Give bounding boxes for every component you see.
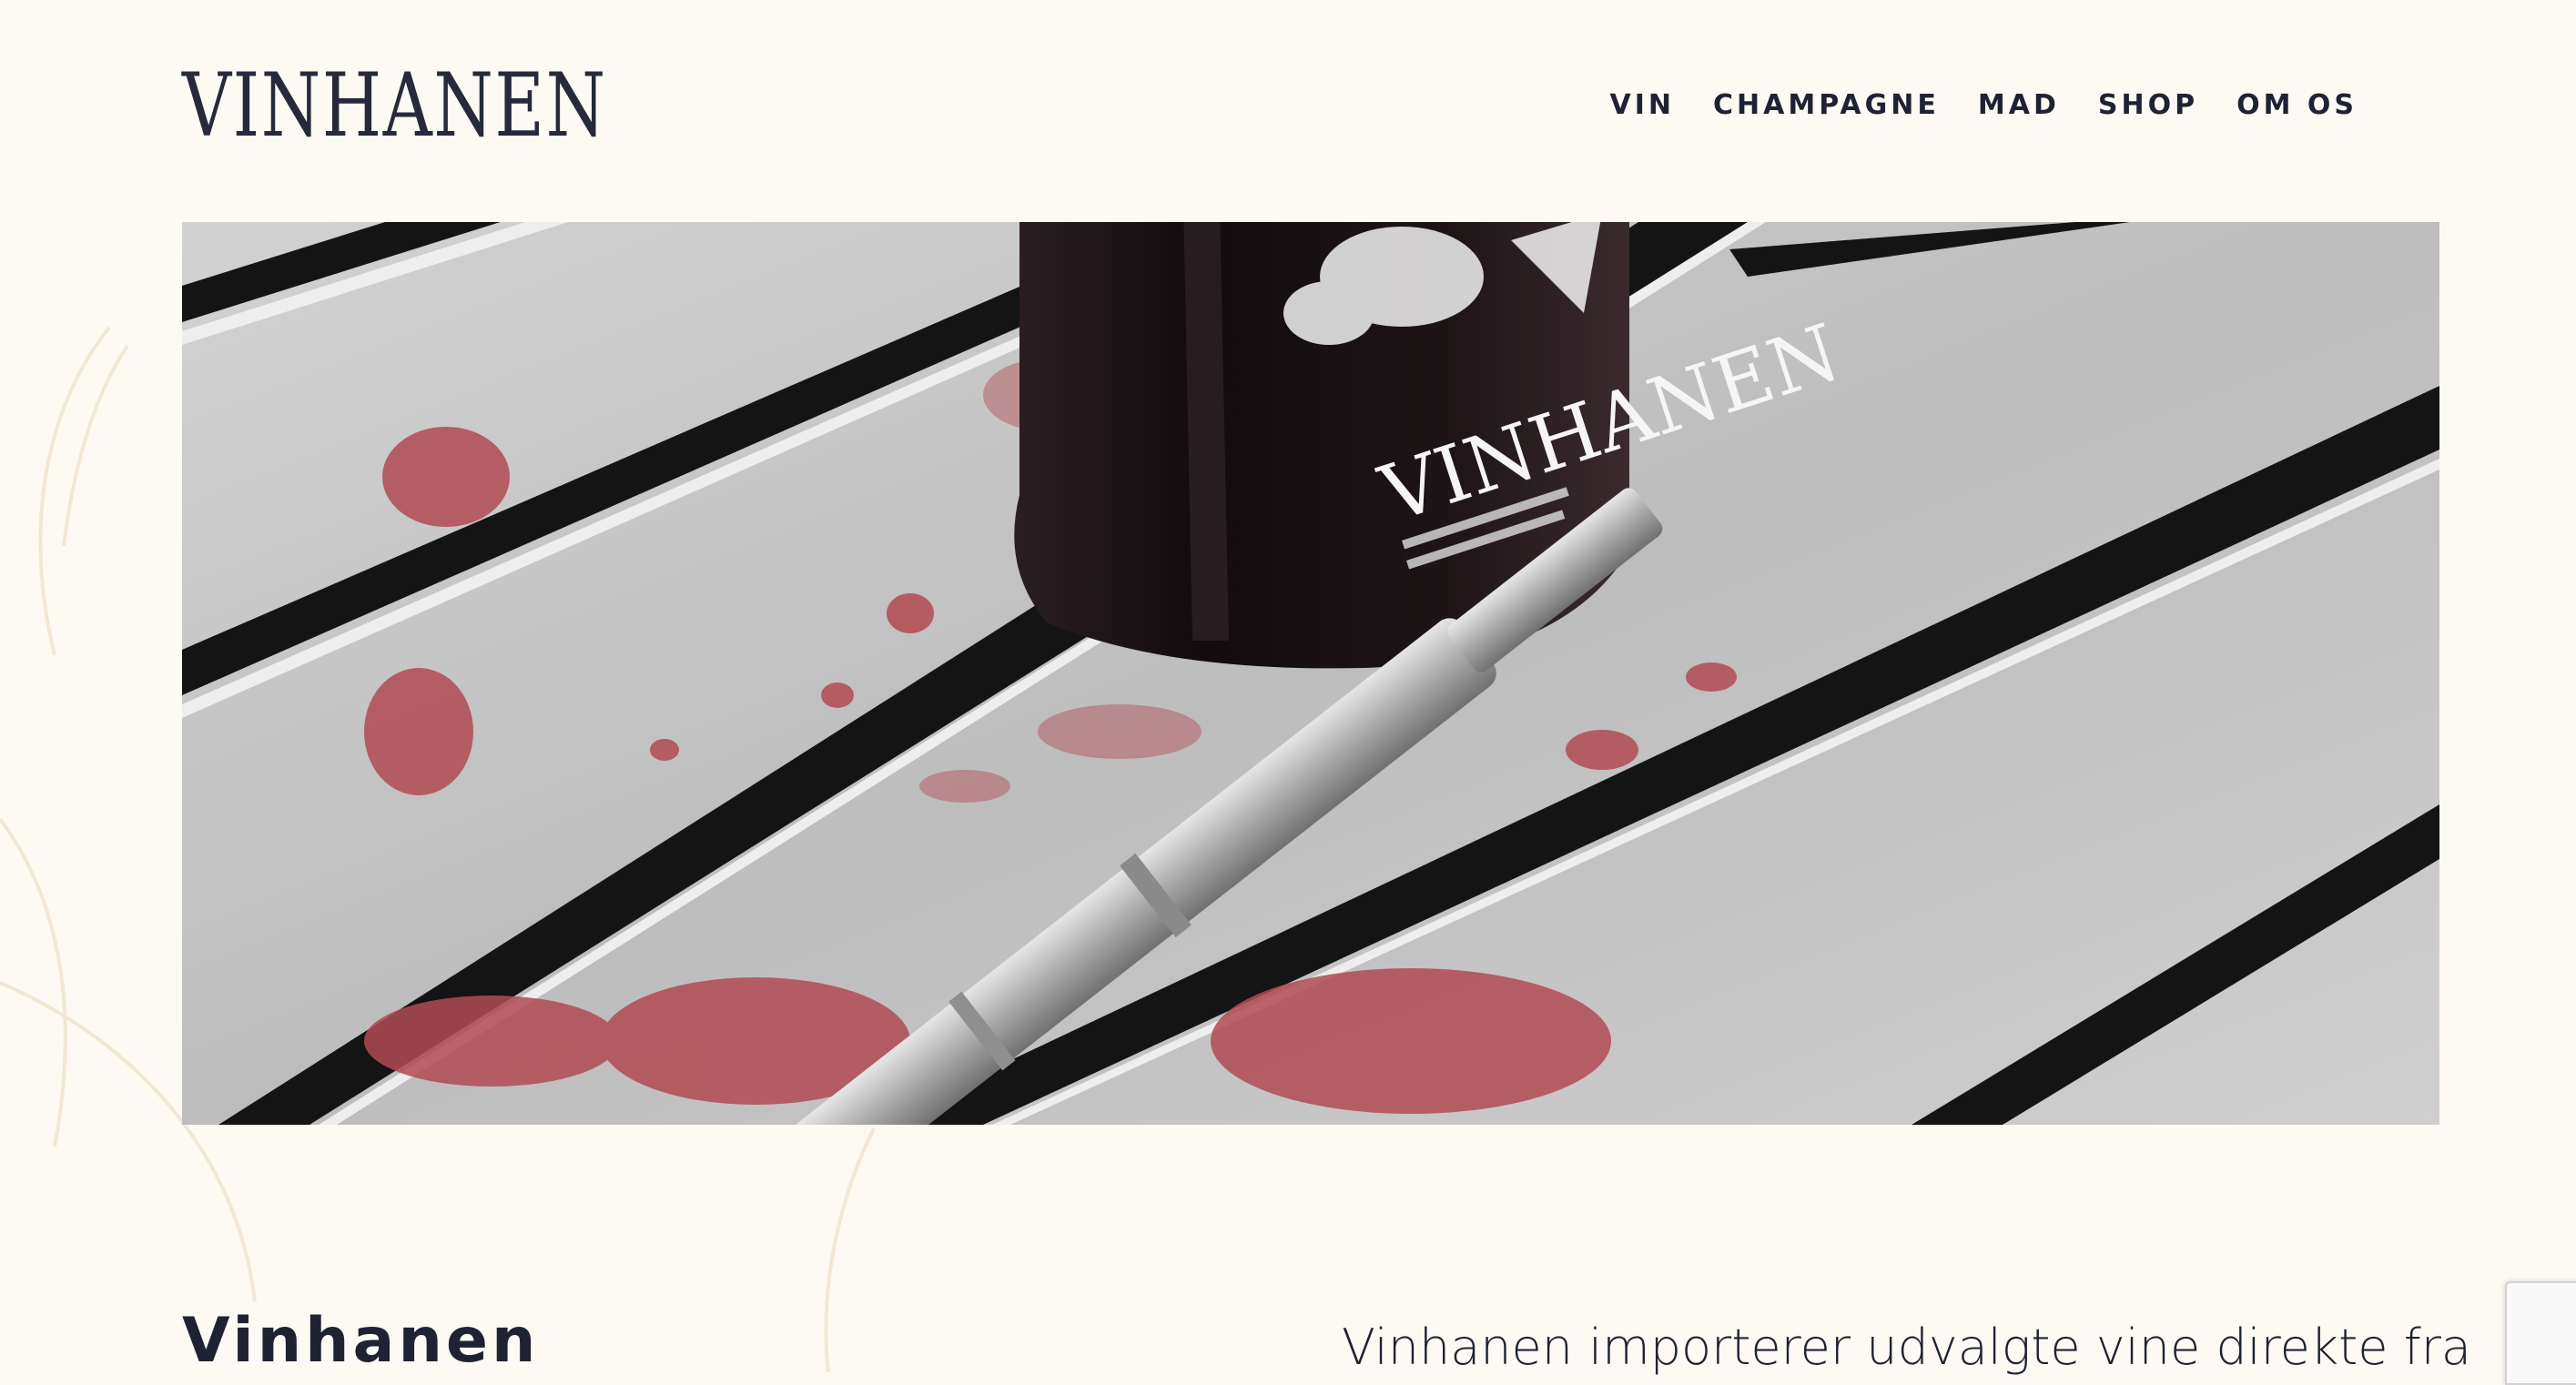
site-header: VINHANEN VIN CHAMPAGNE MAD SHOP OM OS: [182, 55, 2394, 155]
intro-text: Vinhanen importerer udvalgte vine direkt…: [1342, 1319, 2471, 1376]
nav-item-vin[interactable]: VIN: [1610, 89, 1676, 121]
nav-item-mad[interactable]: MAD: [1978, 89, 2060, 121]
nav-item-om-os[interactable]: OM OS: [2236, 89, 2358, 121]
nav-item-shop[interactable]: SHOP: [2098, 89, 2198, 121]
hero-photo-wine-bottle-on-grate: VINHANEN: [182, 222, 2439, 1125]
site-logo[interactable]: VINHANEN: [182, 62, 607, 149]
recaptcha-badge[interactable]: [2505, 1281, 2576, 1385]
nav-item-champagne[interactable]: CHAMPAGNE: [1713, 89, 1940, 121]
intro-title: Vinhanen: [182, 1305, 540, 1377]
hero-image: VINHANEN: [182, 222, 2439, 1125]
main-nav: VIN CHAMPAGNE MAD SHOP OM OS: [1610, 89, 2358, 121]
